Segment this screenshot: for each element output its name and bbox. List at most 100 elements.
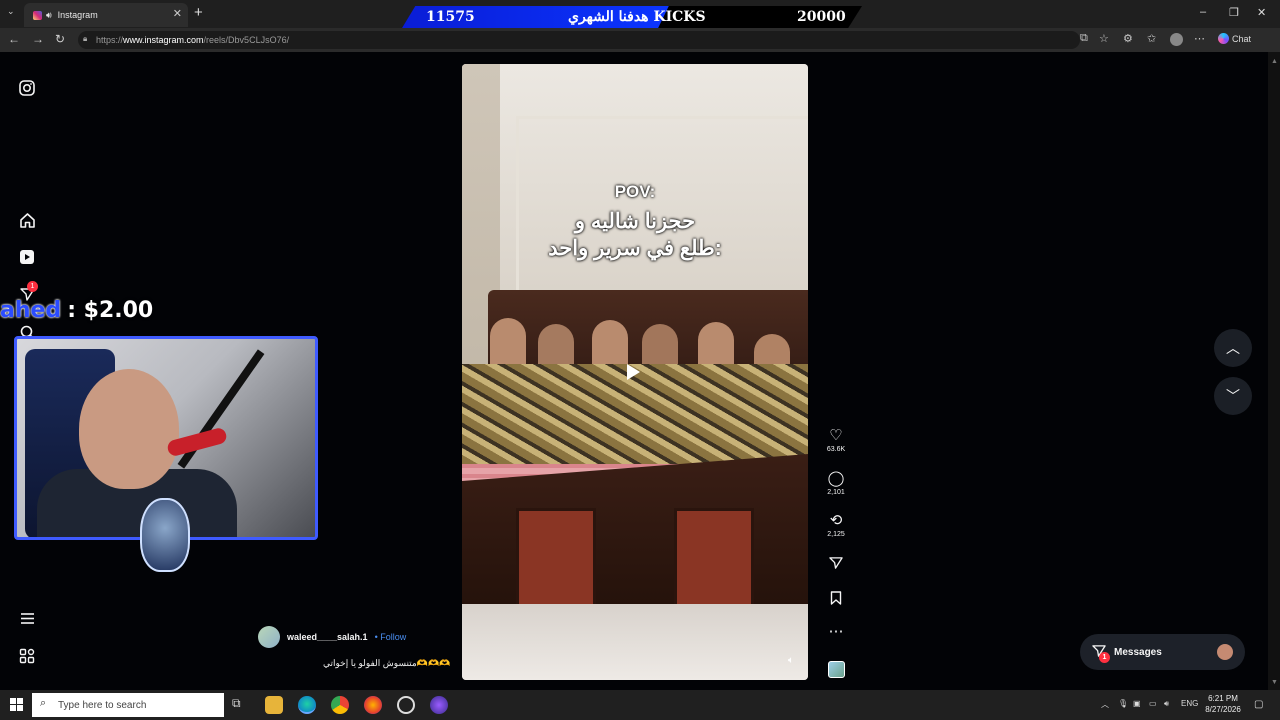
taskbar-search[interactable]: ⌕ Type here to search — [32, 693, 224, 717]
url-path: /reels/Dbv5CLJsO76/ — [203, 35, 290, 45]
search-icon: ⌕ — [40, 697, 47, 709]
close-tab-icon[interactable]: ✕ — [173, 7, 182, 20]
heart-icon[interactable]: ♡ — [822, 428, 850, 444]
url-host: www.instagram.com — [123, 35, 204, 45]
refresh-icon[interactable]: ↻ — [55, 32, 65, 46]
like-action[interactable]: ♡ 63.6K — [822, 428, 850, 454]
audio-icon[interactable]: 🔈︎ — [788, 655, 794, 666]
edge-browser-icon[interactable] — [298, 696, 316, 714]
goal-current-value: 11575 — [426, 9, 475, 25]
network-icon[interactable]: ▭ — [1149, 699, 1157, 708]
tab-actions-menu-icon[interactable]: ⌄ — [7, 6, 15, 17]
favorites-icon[interactable]: ✩ — [1147, 32, 1156, 45]
bookmark-icon[interactable] — [822, 591, 850, 609]
volume-icon[interactable]: 🔊︎ — [1164, 699, 1169, 709]
messages-badge: 1 — [1099, 651, 1110, 663]
instagram-logo-icon[interactable] — [17, 78, 37, 98]
share-icon[interactable] — [822, 556, 850, 574]
obs-icon[interactable] — [397, 696, 415, 714]
tray-expand-icon[interactable]: ︿ — [1101, 699, 1109, 710]
more-apps-icon[interactable] — [17, 646, 37, 666]
author-avatar[interactable] — [258, 626, 280, 648]
url-scheme: https:// — [96, 35, 124, 45]
donor-name: ahed — [0, 297, 62, 323]
kicks-goal-banner: 11575 هدفنا الشهري KICKS 20000 — [402, 6, 862, 28]
browser-toolbar: ← → ↻ 🔒︎ https://www.instagram.com/reels… — [0, 28, 1280, 52]
save-action[interactable] — [822, 591, 850, 609]
scroll-up-icon[interactable]: ▲ — [1271, 58, 1278, 65]
app-icon[interactable] — [430, 696, 448, 714]
task-view-icon[interactable]: ⧉ — [232, 696, 250, 714]
author-name[interactable]: waleed____salah.1 — [287, 632, 368, 642]
chrome-icon[interactable] — [331, 696, 349, 714]
reels-icon[interactable] — [17, 247, 37, 267]
reel-overlay-line1: حجزنا شاليه و — [574, 210, 696, 233]
new-tab-button[interactable]: + — [194, 4, 203, 21]
tab-title: Instagram — [57, 10, 98, 20]
play-icon[interactable] — [627, 364, 640, 380]
back-icon[interactable]: ← — [8, 32, 20, 46]
audio-thumbnail[interactable] — [828, 661, 845, 678]
reel-caption: متنسوش الفولو يا إخواتي🫶🫶🫶 — [323, 658, 451, 668]
profile-avatar[interactable] — [1170, 33, 1183, 46]
speaker-icon[interactable]: 🔊︎ — [46, 10, 52, 21]
video-scene-panel — [516, 508, 596, 608]
repost-action[interactable]: ⟲ 2,125 — [822, 513, 850, 539]
comment-icon[interactable]: ◯ — [822, 471, 850, 487]
more-menu-icon[interactable]: ⋯ — [1194, 32, 1205, 45]
repost-count: 2,125 — [827, 531, 845, 538]
video-scene-panel — [674, 508, 754, 608]
home-icon[interactable] — [17, 210, 37, 230]
file-explorer-icon[interactable] — [265, 696, 283, 714]
streamer-mascot-image — [140, 498, 190, 572]
extensions-icon[interactable]: ⚙ — [1123, 32, 1133, 45]
scroll-down-icon[interactable]: ▼ — [1271, 679, 1278, 686]
forward-icon[interactable]: → — [32, 32, 44, 46]
donation-alert: ahed : $2.00 — [0, 296, 153, 324]
favorite-star-icon[interactable]: ☆ — [1099, 32, 1109, 45]
follow-link[interactable]: • Follow — [375, 632, 407, 642]
page-scrollbar[interactable]: ▲ ▼ — [1268, 52, 1280, 690]
restore-icon[interactable]: ❐ — [1229, 6, 1239, 19]
comment-count: 2,101 — [827, 489, 845, 496]
messages-label: Messages — [1114, 646, 1162, 658]
firefox-icon[interactable] — [364, 696, 382, 714]
system-clock[interactable]: 6:21 PM 8/27/2026 — [1198, 693, 1248, 715]
menu-icon[interactable] — [17, 608, 37, 628]
chat-label: Chat — [1232, 33, 1252, 44]
messages-icon: 1 — [1092, 644, 1110, 663]
messages-avatar — [1217, 644, 1233, 660]
donation-amount: : $2.00 — [67, 297, 154, 323]
goal-label: هدفنا الشهري KICKS — [568, 9, 706, 25]
site-info-icon[interactable]: 🔒︎ — [83, 34, 87, 44]
minimize-icon[interactable]: – — [1200, 6, 1206, 18]
windows-taskbar: ⌕ Type here to search ⧉ ︿ 🎙︎ ▣ ▭ 🔊︎ ENG … — [0, 690, 1280, 720]
repost-icon[interactable]: ⟲ — [822, 513, 850, 529]
windows-start-icon[interactable] — [10, 698, 24, 712]
copilot-chat-button[interactable]: Chat — [1218, 33, 1251, 44]
reel-overlay-line2: طلع في سرير واحد: — [548, 237, 722, 260]
microphone-icon[interactable]: 🎙︎ — [1118, 699, 1128, 708]
like-count: 63.6K — [826, 446, 846, 453]
reel-author[interactable]: waleed____salah.1 • Follow — [258, 626, 406, 648]
notifications-icon[interactable]: ▢ — [1254, 699, 1263, 710]
previous-reel-button[interactable]: ︿ — [1214, 329, 1252, 367]
goal-target-value: 20000 — [797, 9, 846, 25]
instagram-favicon-icon — [33, 10, 42, 20]
address-bar[interactable]: 🔒︎ https://www.instagram.com/reels/Dbv5C… — [78, 31, 1080, 49]
copilot-icon — [1218, 33, 1229, 44]
share-action[interactable] — [822, 556, 850, 574]
comment-action[interactable]: ◯ 2,101 — [822, 471, 850, 497]
clock-date: 8/27/2026 — [1205, 705, 1241, 714]
messages-button[interactable]: 1 Messages — [1080, 634, 1245, 670]
clock-time: 6:21 PM — [1208, 694, 1238, 703]
split-screen-icon[interactable]: ⧉ — [1080, 32, 1088, 45]
display-icon[interactable]: ▣ — [1133, 699, 1141, 708]
tab-instagram[interactable]: 🔊︎ Instagram ✕ — [24, 3, 188, 27]
video-scene-floor — [462, 604, 808, 680]
reel-video[interactable]: POV: حجزنا شاليه و طلع في سرير واحد: 🔈︎ — [462, 64, 808, 680]
close-window-icon[interactable]: ✕ — [1257, 6, 1266, 19]
language-indicator[interactable]: ENG — [1181, 699, 1198, 708]
more-options-icon[interactable]: ⋯ — [822, 624, 850, 640]
next-reel-button[interactable]: ﹀ — [1214, 377, 1252, 415]
